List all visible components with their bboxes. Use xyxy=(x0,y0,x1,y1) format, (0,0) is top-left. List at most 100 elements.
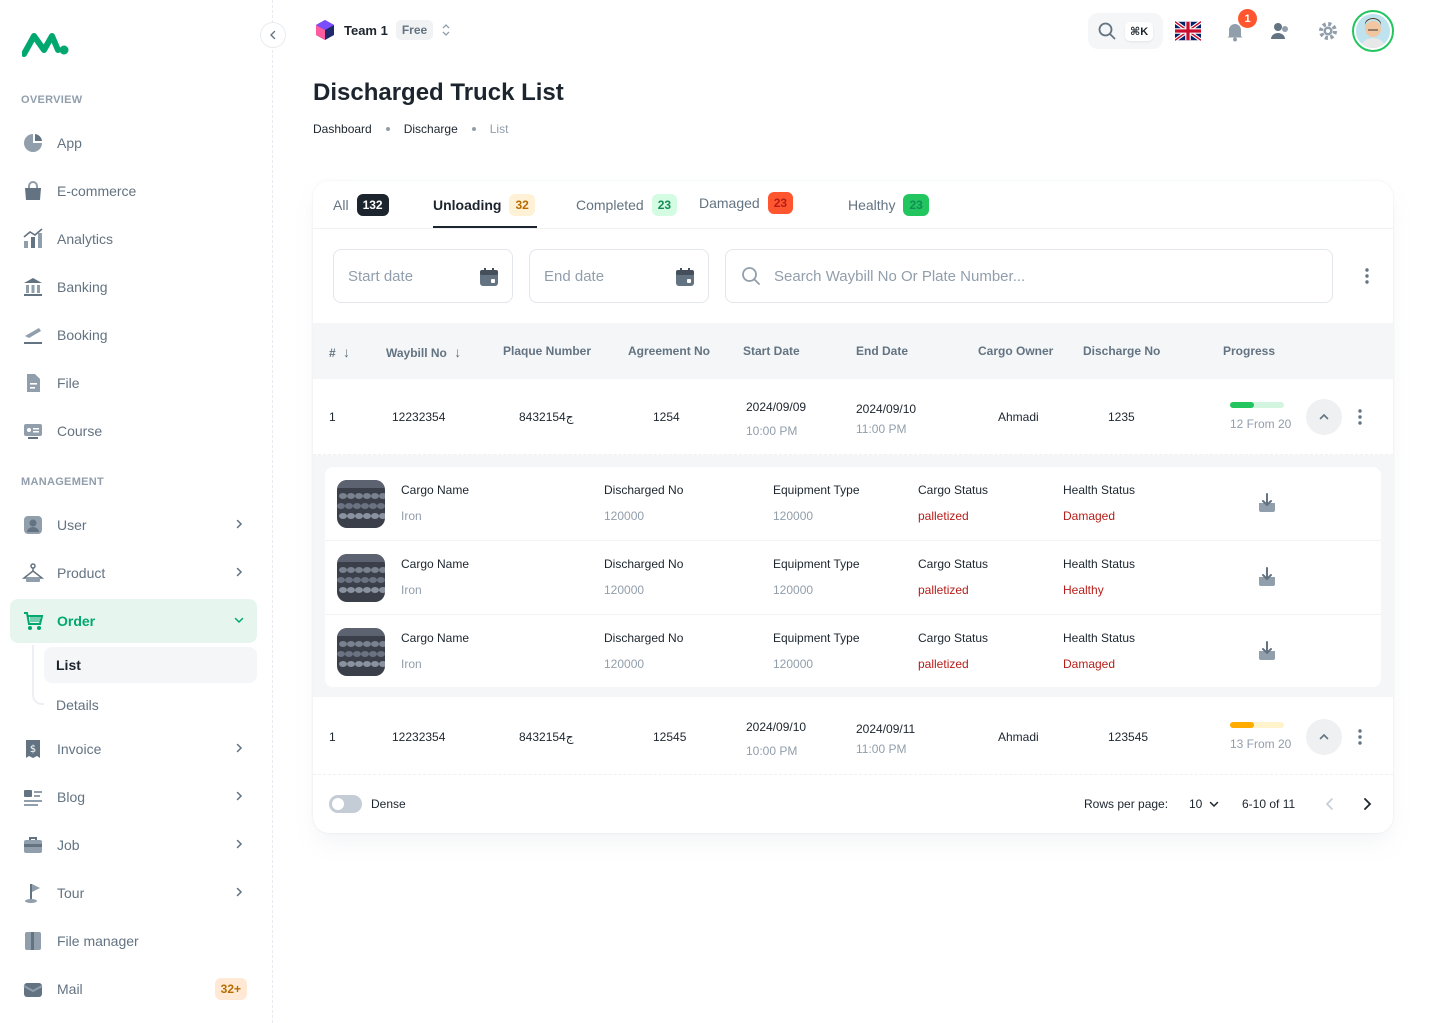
search-field[interactable]: Search Waybill No Or Plate Number... xyxy=(725,249,1333,303)
tab-completed[interactable]: Completed 23 xyxy=(576,192,678,218)
start-time: 10:00 PM xyxy=(746,744,798,758)
table-row[interactable]: 1 12232354 84ج32154 12545 2024/09/10 10:00 PM… xyxy=(313,699,1393,775)
health-status-label: Health Status xyxy=(1063,557,1136,571)
row-more-options-icon[interactable] xyxy=(1350,726,1370,748)
column-header-waybill[interactable]: Waybill No ↓ xyxy=(386,344,461,360)
sidebar-item-booking[interactable]: Booking xyxy=(10,313,257,357)
breadcrumb: Dashboard Discharge List xyxy=(313,122,508,136)
column-header-agreement[interactable]: Agreement No xyxy=(628,344,710,358)
more-options-icon[interactable] xyxy=(1357,265,1377,287)
equipment-type-label: Equipment Type xyxy=(773,631,860,645)
plaque-number: 84ج32154 xyxy=(519,410,574,424)
team-selector[interactable]: Team 1 Free xyxy=(314,19,451,41)
language-flag-icon[interactable] xyxy=(1175,18,1201,44)
table-header: # ↓ Waybill No ↓ Plaque Number Agreement… xyxy=(313,323,1393,379)
user-avatar[interactable] xyxy=(1352,10,1394,52)
sidebar-item-banking[interactable]: Banking xyxy=(10,265,257,309)
sidebar-subitem-list[interactable]: List xyxy=(44,647,257,683)
download-icon[interactable] xyxy=(1255,565,1279,589)
end-date: 2024/09/11 xyxy=(856,722,916,736)
collapse-row-button[interactable] xyxy=(1306,719,1342,755)
sidebar-item-user[interactable]: User xyxy=(10,503,257,547)
row-more-options-icon[interactable] xyxy=(1350,406,1370,428)
sidebar-item-course[interactable]: Course xyxy=(10,409,257,453)
rows-per-page-select[interactable]: 10 xyxy=(1189,797,1220,811)
search-button[interactable]: ⌘K xyxy=(1088,13,1163,49)
tab-damaged[interactable]: Damaged 23 xyxy=(699,190,794,216)
tab-label: Healthy xyxy=(848,197,896,213)
sidebar-item-label: App xyxy=(57,135,82,151)
sidebar-item-file[interactable]: File xyxy=(10,361,257,405)
tab-label: Unloading xyxy=(433,197,502,213)
blog-icon xyxy=(22,786,44,808)
previous-page-icon[interactable] xyxy=(1323,797,1337,811)
chevron-right-icon xyxy=(233,838,245,853)
tab-healthy[interactable]: Healthy 23 xyxy=(848,192,929,218)
equipment-type-value: 120000 xyxy=(773,583,814,597)
booking-icon xyxy=(22,324,44,346)
next-page-icon[interactable] xyxy=(1360,797,1374,811)
sidebar-item-label: Banking xyxy=(57,279,108,295)
download-icon[interactable] xyxy=(1255,639,1279,663)
cargo-thumbnail xyxy=(337,554,385,602)
tab-all[interactable]: All 132 xyxy=(333,192,389,218)
row-index: 1 xyxy=(329,410,336,424)
chevron-up-icon xyxy=(1319,413,1329,420)
column-header-end-date[interactable]: End Date xyxy=(856,344,908,358)
rows-per-page-value: 10 xyxy=(1189,797,1203,811)
column-header-cargo-owner[interactable]: Cargo Owner xyxy=(978,344,1053,358)
sidebar-item-file-manager[interactable]: File manager xyxy=(10,919,257,963)
dense-toggle[interactable] xyxy=(329,795,362,813)
sidebar-item-label: Mail xyxy=(57,981,83,997)
waybill-number: 12232354 xyxy=(392,730,446,744)
sidebar-item-app[interactable]: App xyxy=(10,121,257,165)
breadcrumb-discharge[interactable]: Discharge xyxy=(404,122,458,136)
contacts-icon[interactable] xyxy=(1267,18,1293,44)
sidebar-subitem-details[interactable]: Details xyxy=(44,687,257,723)
start-date-field[interactable]: Start date xyxy=(333,249,513,303)
breadcrumb-separator xyxy=(385,127,390,131)
sidebar-item-order[interactable]: Order xyxy=(10,599,257,643)
collapse-row-button[interactable] xyxy=(1306,399,1342,435)
logo-icon[interactable] xyxy=(22,30,70,58)
sidebar-item-label: Course xyxy=(57,423,103,439)
sidebar-item-label: E-commerce xyxy=(57,183,137,199)
avatar-image xyxy=(1356,14,1390,48)
column-header-index[interactable]: # ↓ xyxy=(329,344,350,360)
settings-gear-icon[interactable] xyxy=(1315,18,1341,44)
sidebar-item-tour[interactable]: Tour xyxy=(10,871,257,915)
sidebar-item-analytics[interactable]: Analytics xyxy=(10,217,257,261)
cargo-item: Cargo Name Iron Discharged No 120000 Equipme… xyxy=(325,615,1381,689)
sidebar-item-job[interactable]: Job xyxy=(10,823,257,867)
column-header-start-date[interactable]: Start Date xyxy=(743,344,800,358)
collapse-sidebar-button[interactable] xyxy=(260,22,286,48)
health-status-label: Health Status xyxy=(1063,631,1136,645)
end-date-field[interactable]: End date xyxy=(529,249,709,303)
start-time: 10:00 PM xyxy=(746,424,798,438)
rows-per-page-label: Rows per page: xyxy=(1084,797,1169,811)
column-header-discharge[interactable]: Discharge No xyxy=(1083,344,1160,358)
sidebar-item-blog[interactable]: Blog xyxy=(10,775,257,819)
breadcrumb-dashboard[interactable]: Dashboard xyxy=(313,122,372,136)
sidebar-item-e-commerce[interactable]: E-commerce xyxy=(10,169,257,213)
cargo-status-value: palletized xyxy=(918,583,969,597)
cargo-list: Cargo Name Iron Discharged No 120000 Equipme… xyxy=(325,467,1381,687)
tab-count-badge: 132 xyxy=(356,194,389,216)
table-row[interactable]: 1 12232354 84ج32154 1254 2024/09/09 10:00 PM 2… xyxy=(313,379,1393,455)
team-logo-icon xyxy=(316,20,334,40)
sidebar-item-invoice[interactable]: $ Invoice xyxy=(10,727,257,771)
sidebar-item-label: Product xyxy=(57,565,106,581)
search-icon xyxy=(1098,22,1116,40)
tab-unloading[interactable]: Unloading 32 xyxy=(433,192,535,218)
cargo-details-panel: Cargo Name Iron Discharged No 120000 Equipme… xyxy=(313,455,1393,697)
sidebar-item-product[interactable]: Product xyxy=(10,551,257,595)
column-header-plaque[interactable]: Plaque Number xyxy=(503,344,591,358)
download-icon[interactable] xyxy=(1255,491,1279,515)
search-shortcut: ⌘K xyxy=(1125,21,1154,41)
sidebar-item-mail[interactable]: Mail 32+ xyxy=(10,967,257,1011)
job-icon xyxy=(22,834,44,856)
end-time: 11:00 PM xyxy=(856,422,907,436)
column-header-progress[interactable]: Progress xyxy=(1223,344,1275,358)
search-icon xyxy=(742,267,760,285)
agreement-number: 1254 xyxy=(653,410,680,424)
